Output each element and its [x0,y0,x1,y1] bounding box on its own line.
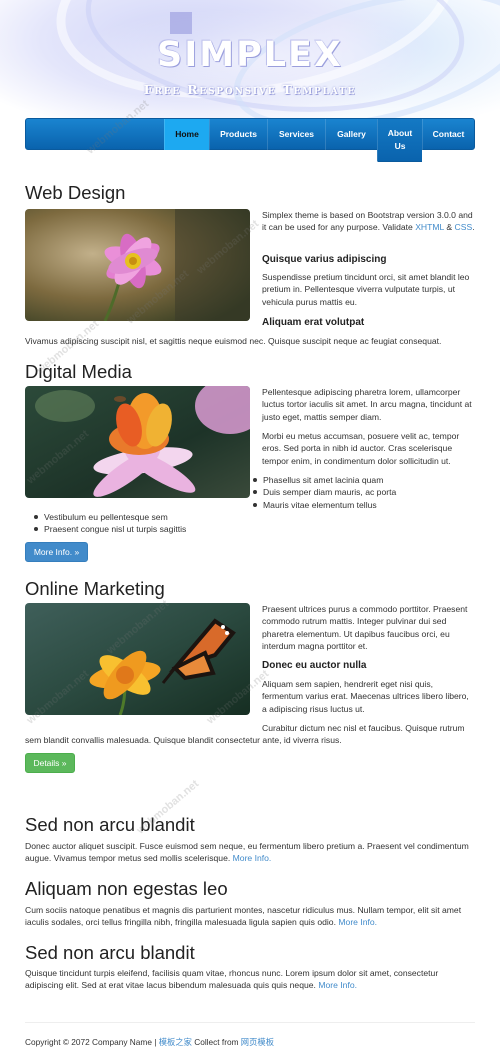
web-design-para-2: Vivamus adipiscing suscipit nisl, et sag… [25,336,442,346]
details-button[interactable]: Details » [25,753,75,773]
online-marketing-para-2: Aliquam sem sapien, hendrerit eget nisi … [262,679,469,714]
online-marketing-para-1: Praesent ultrices purus a commodo portti… [262,604,468,652]
copyright-text: Copyright © 2072 Company Name | [25,1037,159,1047]
digital-media-list-left: Vestibulum eu pellentesque sem Praesent … [34,511,186,536]
collect-from-text: Collect from [191,1037,241,1047]
butterfly-image [25,603,250,715]
aliquam-non-egestas-text: Cum sociis natoque penatibus et magnis d… [25,904,475,929]
sed-non-arcu-1-text: Donec auctor aliquet suscipit. Fusce eui… [25,840,475,865]
lotus-flower-image [25,386,250,498]
amp-text: & [444,222,455,233]
period-text: . [472,222,475,233]
section-title-online-marketing: Online Marketing [25,578,165,599]
nav-about-us[interactable]: About Us [377,119,422,162]
site-tagline: Free Responsive Template [143,82,357,97]
subheading-donec: Donec eu auctor nulla [262,660,367,671]
nav-services[interactable]: Services [267,119,325,150]
section-title-digital-media: Digital Media [25,361,132,382]
list-item: Vestibulum eu pellentesque sem [34,511,186,523]
online-marketing-para-3: Curabitur dictum nec nisl et faucibus. Q… [25,723,465,746]
more-info-link[interactable]: More Info. [318,980,357,990]
header-banner: SIMPLEX Free Responsive Template [0,0,500,118]
section-title-sed-non-arcu-2: Sed non arcu blandit [25,942,195,963]
footer-link-template-home[interactable]: 模板之家 [159,1037,192,1047]
section-title-aliquam-non-egestas: Aliquam non egestas leo [25,878,228,899]
list-item: Duis semper diam mauris, ac porta [253,486,396,498]
nav-contact[interactable]: Contact [422,119,474,150]
more-info-link[interactable]: More Info. [338,917,377,927]
sed-non-arcu-2-body: Quisque tincidunt turpis eleifend, facil… [25,968,439,991]
section-title-web-design: Web Design [25,182,126,203]
list-item: Phasellus sit amet lacinia quam [253,474,396,486]
web-design-intro: Simplex theme is based on Bootstrap vers… [262,209,475,234]
digital-media-list-right: Phasellus sit amet lacinia quam Duis sem… [253,474,396,511]
section-title-sed-non-arcu-1: Sed non arcu blandit [25,814,195,835]
footer-divider [25,1022,475,1023]
sed-non-arcu-2-text: Quisque tincidunt turpis eleifend, facil… [25,967,475,992]
nav-home[interactable]: Home [164,119,209,150]
nav-about-line1: About [387,127,413,138]
nav-gallery[interactable]: Gallery [325,119,377,150]
list-item: Praesent congue nisl ut turpis sagittis [34,523,186,535]
nav-products[interactable]: Products [209,119,267,150]
web-design-para-1: Suspendisse pretium tincidunt orci, sit … [262,272,470,307]
nav-about-line2: Us [394,141,406,151]
digital-media-para-2: Morbi eu metus accumsan, posuere velit a… [262,431,460,466]
subheading-aliquam: Aliquam erat volutpat [262,317,365,328]
aliquam-non-egestas-body: Cum sociis natoque penatibus et magnis d… [25,905,462,928]
more-info-link[interactable]: More Info. [233,853,272,863]
footer-link-web-templates[interactable]: 网页模板 [241,1037,274,1047]
site-logo[interactable]: SIMPLEX [0,30,500,81]
cosmos-flower-image [25,209,250,321]
main-navbar: Home Products Services Gallery About Us … [25,118,475,162]
more-info-button[interactable]: More Info. » [25,542,88,562]
xhtml-link[interactable]: XHTML [415,222,444,232]
subheading-quisque: Quisque varius adipiscing [262,254,387,265]
footer: Copyright © 2072 Company Name | 模板之家 Col… [25,1036,274,1048]
css-link[interactable]: CSS [455,222,473,232]
list-item: Mauris vitae elementum tellus [253,499,396,511]
digital-media-para-1: Pellentesque adipiscing pharetra lorem, … [262,387,472,422]
